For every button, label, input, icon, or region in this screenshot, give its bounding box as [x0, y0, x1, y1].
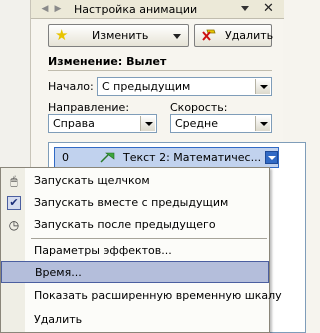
speed-select-value: Средне — [175, 117, 218, 130]
forward-arrow-icon[interactable]: ▶ — [52, 3, 64, 15]
direction-select[interactable]: Справа — [48, 114, 157, 133]
chevron-down-icon — [173, 34, 181, 39]
animation-item-text: Текст 2: Математичес... — [123, 151, 262, 164]
chevron-down-icon[interactable] — [265, 151, 278, 164]
menu-item-label: Показать расширенную временную шкалу — [34, 289, 282, 302]
chevron-down-icon[interactable] — [255, 116, 270, 131]
modify-section-title: Изменение: Вылет — [48, 55, 167, 68]
menu-item-label: Запускать щелчком — [34, 174, 150, 187]
chevron-down-icon[interactable] — [255, 79, 270, 94]
direction-select-value: Справа — [53, 117, 95, 130]
direction-label: Направление: — [48, 101, 130, 114]
menu-separator — [31, 238, 267, 239]
list-item[interactable]: 0 Текст 2: Математичес... — [54, 147, 279, 168]
mouse-icon: 🖱 — [10, 174, 18, 188]
start-select[interactable]: С предыдущим — [97, 77, 272, 96]
menu-item-effect-options[interactable]: Параметры эффектов... — [1, 240, 269, 262]
menu-item-show-advanced-timeline[interactable]: Показать расширенную временную шкалу — [1, 285, 282, 307]
section-divider — [48, 70, 272, 71]
animation-context-menu: 🖱 Запускать щелчком ✔ Запускать вместе с… — [0, 167, 282, 333]
clock-icon: ◷ — [8, 218, 20, 232]
menu-item-remove[interactable]: Удалить — [1, 309, 269, 331]
start-label: Начало: — [48, 80, 94, 93]
check-icon: ✔ — [7, 196, 21, 210]
delete-effect-button[interactable]: Удалить — [194, 24, 274, 47]
delete-effect-icon — [202, 29, 216, 41]
delete-effect-label: Удалить — [225, 29, 274, 42]
pane-menu-dropdown-icon[interactable] — [241, 6, 249, 11]
menu-item-label: Запускать вместе с предыдущим — [34, 196, 229, 209]
change-effect-label: Изменить — [92, 29, 149, 42]
star-icon: ★ — [55, 26, 69, 44]
animation-order-number: 0 — [62, 151, 69, 164]
speed-select[interactable]: Средне — [170, 114, 272, 133]
menu-item-timing[interactable]: Время... — [1, 261, 269, 283]
menu-item-start-with-previous[interactable]: ✔ Запускать вместе с предыдущим — [1, 192, 269, 214]
menu-item-label: Запускать после предыдущего — [34, 218, 216, 231]
pane-title: Настройка анимации — [74, 3, 198, 16]
menu-item-start-on-click[interactable]: 🖱 Запускать щелчком — [1, 170, 269, 192]
back-arrow-icon[interactable]: ◀ — [39, 3, 51, 15]
menu-item-label: Удалить — [34, 313, 83, 326]
start-select-value: С предыдущим — [102, 80, 191, 93]
chevron-down-icon[interactable] — [140, 116, 155, 131]
fly-in-effect-icon — [100, 152, 115, 163]
pane-header: ◀ ▶ Настройка анимации ✕ — [31, 0, 284, 19]
close-icon[interactable]: ✕ — [263, 2, 274, 16]
menu-item-label: Параметры эффектов... — [34, 244, 172, 257]
menu-item-start-after-previous[interactable]: ◷ Запускать после предыдущего — [1, 214, 269, 236]
change-effect-button[interactable]: ★ Изменить — [48, 24, 189, 47]
speed-label: Скорость: — [170, 101, 228, 114]
menu-item-label: Время... — [35, 266, 82, 279]
